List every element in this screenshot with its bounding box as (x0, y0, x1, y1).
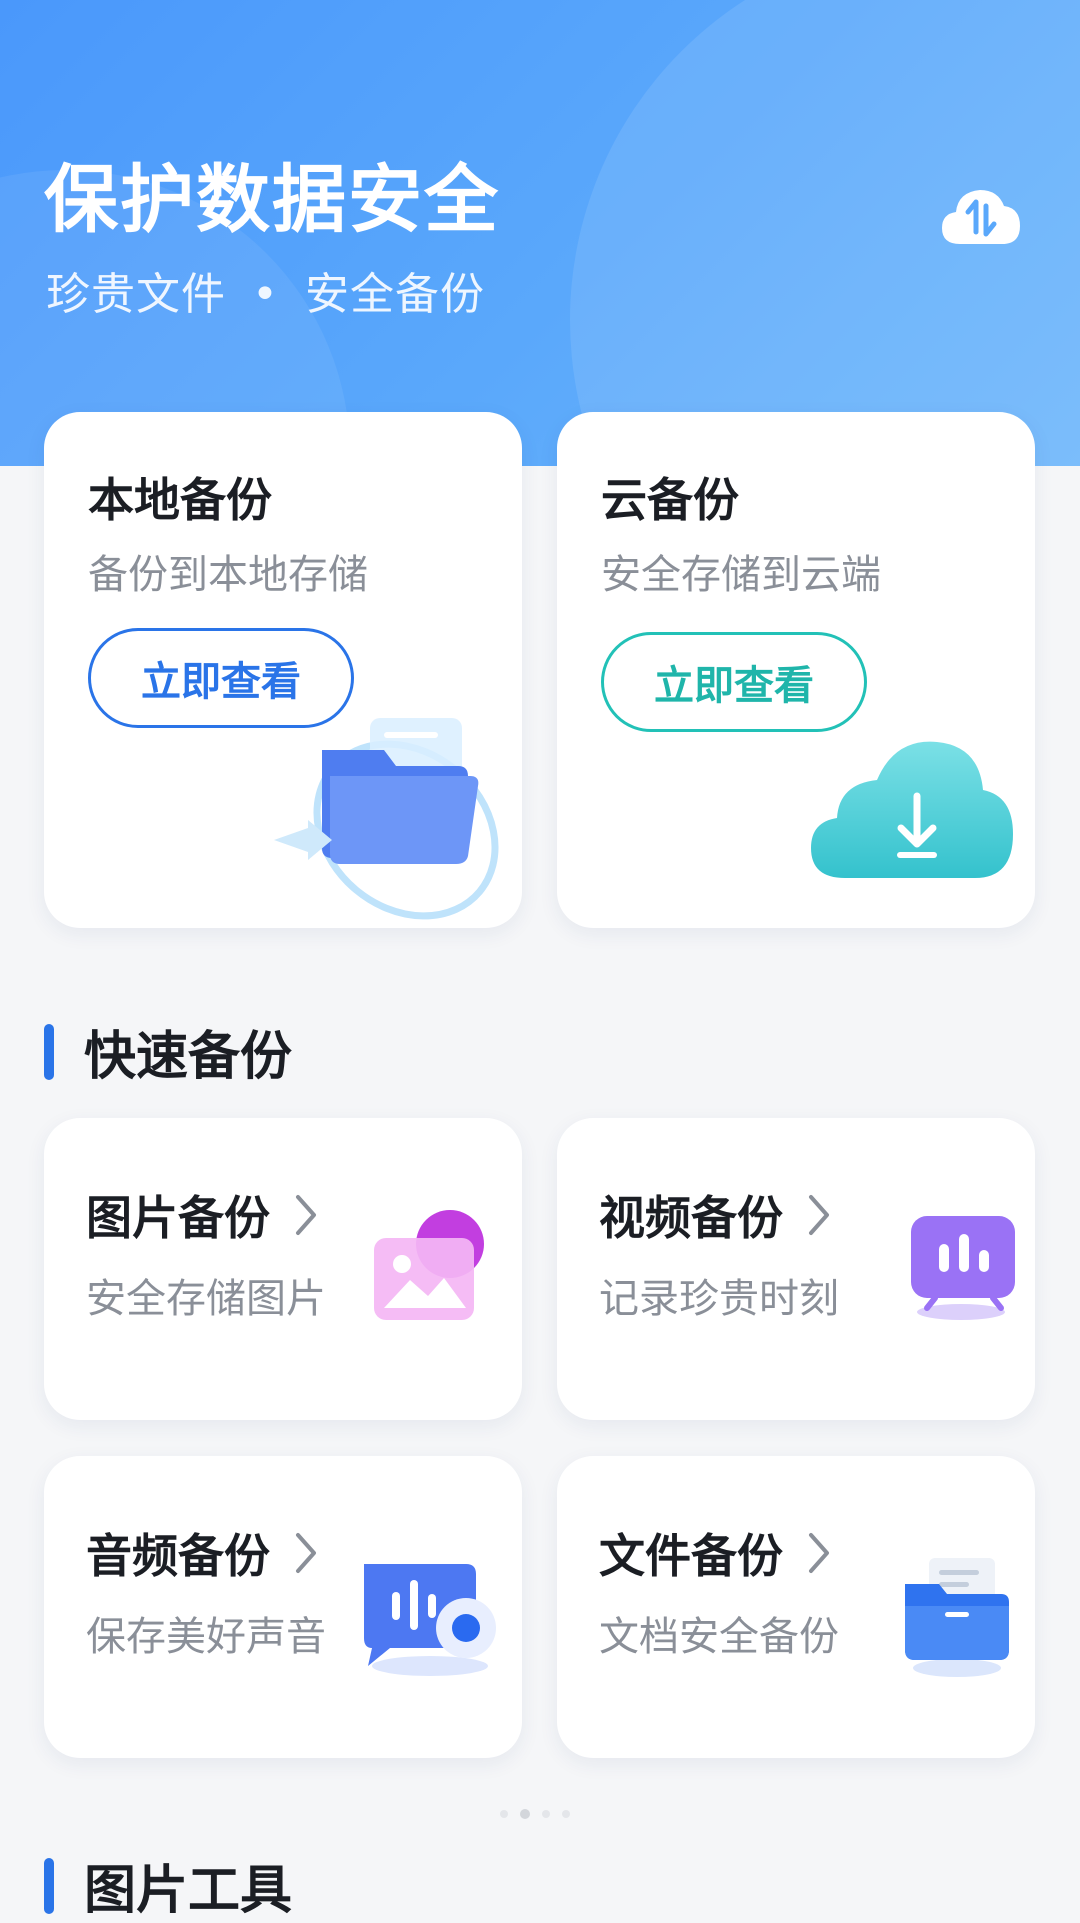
hero-title: 保护数据安全 (44, 157, 500, 243)
image-backup-card[interactable]: 图片备份 安全存储图片 (44, 1118, 522, 1420)
hero-subtitle-left: 珍贵文件 (46, 269, 226, 320)
image-tools-title: 图片工具 (84, 1861, 293, 1921)
page-dot (500, 1810, 508, 1818)
video-icon (911, 1216, 1015, 1320)
video-backup-card[interactable]: 视频备份 记录珍贵时刻 (557, 1118, 1035, 1420)
cloud-sync-icon[interactable] (940, 184, 1022, 248)
chevron-right-icon (809, 1195, 829, 1235)
image-backup-title-row: 图片备份 (86, 1182, 320, 1248)
file-backup-title: 文件备份 (599, 1529, 783, 1583)
cloud-backup-title: 云备份 (601, 473, 739, 527)
audio-backup-title: 音频备份 (86, 1529, 270, 1583)
image-icon (374, 1210, 484, 1320)
chevron-right-icon (809, 1533, 829, 1573)
image-backup-subtitle: 安全存储图片 (86, 1276, 326, 1322)
hero-subtitle-dot: • (252, 269, 279, 320)
video-backup-title: 视频备份 (599, 1191, 783, 1245)
hero-subtitle: 珍贵文件 • 安全备份 (46, 258, 485, 322)
local-backup-card[interactable]: 本地备份 备份到本地存储 立即查看 (44, 412, 522, 928)
hero-banner: 保护数据安全 珍贵文件 • 安全备份 (0, 0, 1080, 466)
file-backup-subtitle: 文档安全备份 (599, 1614, 839, 1660)
local-backup-subtitle: 备份到本地存储 (88, 552, 368, 598)
file-folder-icon (905, 1558, 1009, 1677)
page-dot (542, 1810, 550, 1818)
folder-icon (274, 718, 499, 920)
page-dot-active (520, 1809, 530, 1819)
page-indicator (500, 1809, 570, 1819)
cloud-backup-subtitle: 安全存储到云端 (601, 552, 881, 598)
file-backup-title-row: 文件备份 (599, 1520, 833, 1586)
section-accent-bar (44, 1857, 54, 1914)
video-backup-subtitle: 记录珍贵时刻 (599, 1276, 839, 1322)
chevron-right-icon (296, 1195, 316, 1235)
image-tools-section-header: 图片工具 (44, 1848, 292, 1923)
audio-backup-title-row: 音频备份 (86, 1520, 320, 1586)
cloud-backup-card[interactable]: 云备份 安全存储到云端 立即查看 (557, 412, 1035, 928)
quick-backup-title: 快速备份 (84, 1027, 293, 1087)
page-dot (562, 1810, 570, 1818)
audio-icon (364, 1564, 496, 1676)
local-backup-title: 本地备份 (88, 473, 272, 527)
audio-backup-subtitle: 保存美好声音 (86, 1614, 326, 1660)
image-backup-title: 图片备份 (86, 1191, 270, 1245)
video-backup-title-row: 视频备份 (599, 1182, 833, 1248)
cloud-backup-view-button[interactable]: 立即查看 (601, 632, 867, 732)
hero-subtitle-right: 安全备份 (304, 269, 485, 320)
audio-backup-card[interactable]: 音频备份 保存美好声音 (44, 1456, 522, 1758)
file-backup-card[interactable]: 文件备份 文档安全备份 (557, 1456, 1035, 1758)
section-accent-bar (44, 1023, 54, 1080)
cloud-download-icon (811, 741, 1013, 878)
quick-backup-section-header: 快速备份 (44, 1014, 292, 1089)
chevron-right-icon (296, 1533, 316, 1573)
